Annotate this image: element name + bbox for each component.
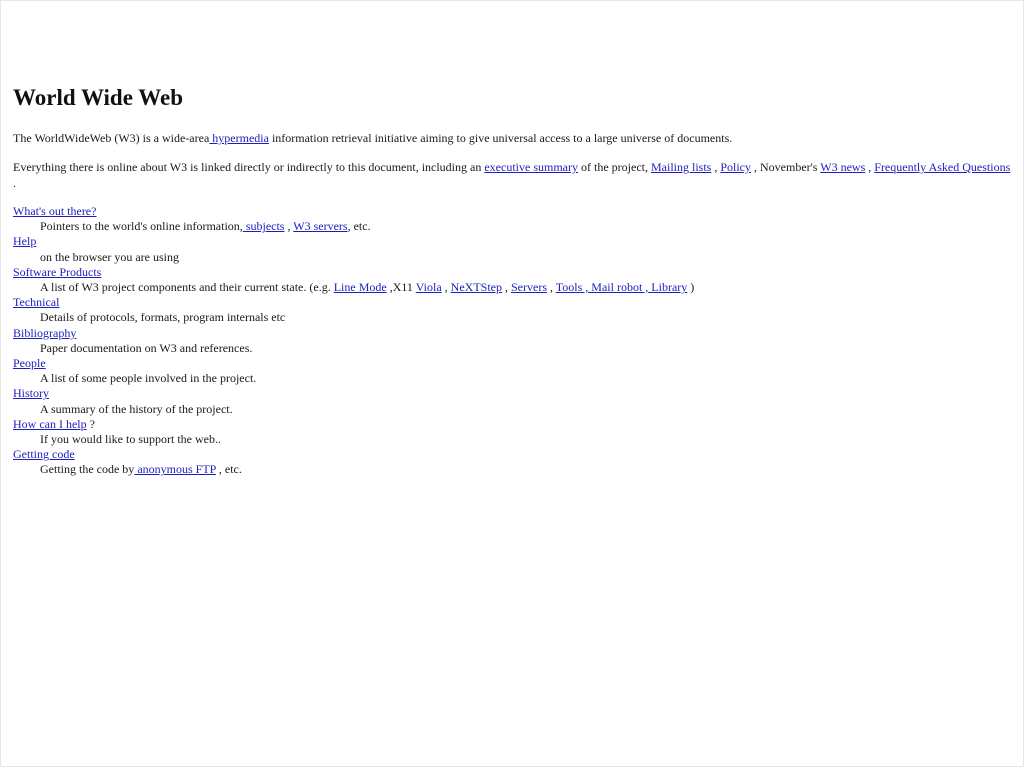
summary-text-mid1: of the project,: [578, 160, 651, 174]
topic-software-products: Software Products: [13, 265, 1013, 280]
software-products-x11: ,X11: [386, 280, 416, 295]
viola-link[interactable]: Viola: [416, 280, 442, 294]
topic-whats-out-there: What's out there?: [13, 204, 1013, 219]
summary-text-before: Everything there is online about W3 is l…: [13, 160, 485, 174]
library-link[interactable]: Library: [648, 280, 687, 294]
topic-how-can-i-help: How can I help ?: [13, 417, 1013, 432]
bibliography-link[interactable]: Bibliography: [13, 326, 76, 340]
whats-out-there-sep1: ,: [284, 219, 294, 234]
w3-news-link[interactable]: W3 news: [820, 160, 865, 174]
document-content: World Wide Web The WorldWideWeb (W3) is …: [13, 83, 1013, 478]
topic-technical: Technical: [13, 295, 1013, 310]
page: World Wide Web The WorldWideWeb (W3) is …: [0, 0, 1024, 767]
summary-sep2: ,: [865, 160, 875, 174]
topic-bibliography: Bibliography: [13, 326, 1013, 341]
policy-link[interactable]: Policy: [720, 160, 751, 174]
software-products-sep3: ,: [547, 280, 556, 295]
topic-software-products-desc: A list of W3 project components and thei…: [40, 280, 1013, 295]
intro-text-before: The WorldWideWeb (W3) is a wide-area: [13, 131, 210, 145]
whats-out-there-link[interactable]: What's out there?: [13, 204, 96, 218]
topic-list: What's out there? Pointers to the world'…: [13, 204, 1013, 478]
summary-text-mid2: , November's: [751, 160, 821, 174]
summary-text-end: .: [13, 176, 16, 190]
topic-help: Help: [13, 234, 1013, 249]
mail-robot-link[interactable]: Mail robot: [588, 280, 642, 294]
topic-people: People: [13, 356, 1013, 371]
line-mode-link[interactable]: Line Mode: [334, 280, 387, 294]
software-products-sep1: ,: [441, 280, 451, 295]
getting-code-desc-before: Getting the code by: [40, 462, 135, 477]
technical-link[interactable]: Technical: [13, 295, 59, 309]
nextstep-link[interactable]: NeXTStep: [451, 280, 502, 294]
getting-code-link[interactable]: Getting code: [13, 447, 75, 461]
topic-history: History: [13, 386, 1013, 401]
subjects-link[interactable]: subjects: [243, 219, 285, 233]
hypermedia-link[interactable]: hypermedia: [209, 131, 269, 145]
topic-technical-desc: Details of protocols, formats, program i…: [40, 310, 286, 325]
tools-link[interactable]: Tools: [556, 280, 583, 294]
topic-history-desc: A summary of the history of the project.: [40, 401, 233, 416]
w3-servers-link[interactable]: W3 servers: [293, 219, 347, 233]
executive-summary-link[interactable]: executive summary: [484, 160, 578, 174]
software-products-desc-after: ): [687, 280, 695, 295]
getting-code-desc-after: , etc.: [215, 462, 242, 477]
software-products-desc-before: A list of W3 project components and thei…: [40, 280, 334, 295]
servers-link[interactable]: Servers: [511, 280, 547, 294]
intro-text-after: information retrieval initiative aiming …: [268, 131, 733, 145]
topic-whats-out-there-desc: Pointers to the world's online informati…: [40, 219, 1013, 234]
whats-out-there-desc-before: Pointers to the world's online informati…: [40, 219, 243, 234]
faq-link[interactable]: Frequently Asked Questions: [874, 160, 1010, 174]
topic-bibliography-desc: Paper documentation on W3 and references…: [40, 340, 253, 355]
summary-paragraph: Everything there is online about W3 is l…: [13, 159, 1013, 191]
whats-out-there-desc-after: , etc.: [347, 219, 371, 234]
topic-getting-code: Getting code: [13, 447, 1013, 462]
mailing-lists-link[interactable]: Mailing lists: [651, 160, 711, 174]
how-can-i-help-suffix: ?: [86, 416, 95, 431]
topic-people-desc: A list of some people involved in the pr…: [40, 371, 257, 386]
page-title: World Wide Web: [13, 85, 183, 110]
people-link[interactable]: People: [13, 356, 46, 370]
software-products-sep2: ,: [502, 280, 511, 295]
help-link[interactable]: Help: [13, 234, 36, 248]
topic-how-can-i-help-desc: If you would like to support the web..: [40, 432, 221, 447]
history-link[interactable]: History: [13, 386, 49, 400]
summary-sep1: ,: [711, 160, 721, 174]
intro-paragraph: The WorldWideWeb (W3) is a wide-area hyp…: [13, 130, 1013, 146]
software-products-link[interactable]: Software Products: [13, 265, 101, 279]
anonymous-ftp-link[interactable]: anonymous FTP: [134, 462, 216, 476]
how-can-i-help-link[interactable]: How can I help: [13, 417, 87, 431]
topic-getting-code-desc: Getting the code by anonymous FTP , etc.: [40, 462, 1013, 477]
topic-help-desc: on the browser you are using: [40, 249, 179, 264]
